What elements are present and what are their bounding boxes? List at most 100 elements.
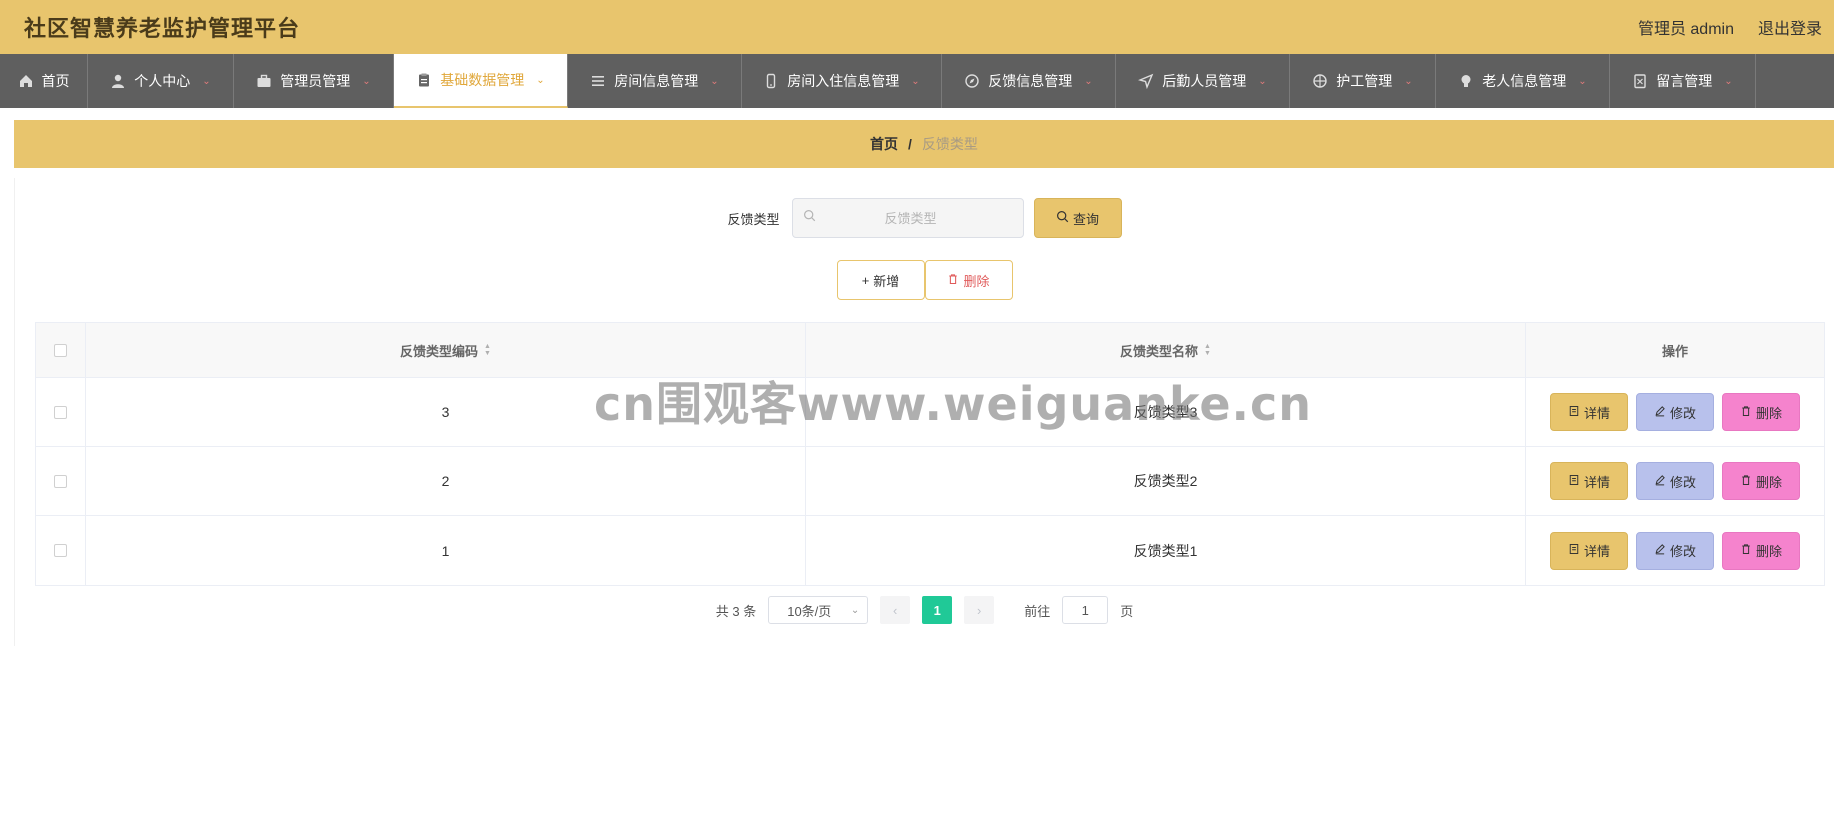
list-icon bbox=[590, 73, 606, 89]
chevron-down-icon: ⌄ bbox=[710, 75, 719, 87]
cell-actions: 详情 修改 删除 bbox=[1526, 447, 1824, 515]
nav-item-logistics[interactable]: 后勤人员管理 ⌄ bbox=[1116, 54, 1290, 108]
breadcrumb-home[interactable]: 首页 bbox=[870, 134, 898, 154]
delete-button[interactable]: 删除 bbox=[1722, 462, 1800, 500]
search-input-wrap bbox=[791, 198, 1024, 238]
nav-label: 老人信息管理 bbox=[1482, 73, 1567, 89]
row-checkbox[interactable] bbox=[54, 544, 67, 557]
add-button[interactable]: + 新增 bbox=[836, 260, 925, 300]
edit-button[interactable]: 修改 bbox=[1636, 393, 1714, 431]
document-icon bbox=[1568, 474, 1580, 489]
nav-item-personal[interactable]: 个人中心 ⌄ bbox=[88, 54, 234, 108]
detail-button[interactable]: 详情 bbox=[1550, 531, 1628, 570]
goto-label: 前往 bbox=[1024, 603, 1051, 619]
header-name[interactable]: 反馈类型名称 ▲ ▼ bbox=[806, 323, 1526, 377]
search-icon bbox=[1056, 210, 1069, 226]
nav-item-admin[interactable]: 管理员管理 ⌄ bbox=[234, 54, 394, 108]
table-row: 2 反馈类型2 详情 修改 删除 bbox=[36, 447, 1824, 516]
page-suffix: 页 bbox=[1120, 603, 1134, 619]
nav-label: 反馈信息管理 bbox=[988, 73, 1073, 89]
detail-label: 详情 bbox=[1583, 474, 1610, 490]
cell-code: 1 bbox=[86, 516, 806, 585]
nav-item-caregiver[interactable]: 护工管理 ⌄ bbox=[1290, 54, 1436, 108]
chevron-down-icon: ⌄ bbox=[202, 75, 211, 87]
chevron-down-icon: ⌄ bbox=[362, 75, 371, 87]
chevron-down-icon: ⌄ bbox=[1578, 75, 1587, 87]
row-checkbox[interactable] bbox=[54, 474, 67, 488]
nav-label: 护工管理 bbox=[1336, 73, 1393, 89]
nav-item-feedback[interactable]: 反馈信息管理 ⌄ bbox=[942, 54, 1116, 108]
delete-button[interactable]: 删除 bbox=[1722, 531, 1800, 570]
detail-button[interactable]: 详情 bbox=[1550, 462, 1628, 500]
header-code[interactable]: 反馈类型编码 ▲ ▼ bbox=[86, 323, 806, 377]
row-checkbox[interactable] bbox=[54, 405, 67, 419]
nav-label: 首页 bbox=[41, 73, 70, 89]
action-bar: + 新增 删除 bbox=[15, 260, 1834, 300]
current-user[interactable]: 管理员 admin bbox=[1638, 15, 1734, 39]
document-icon bbox=[1632, 73, 1648, 89]
page-number-current[interactable]: 1 bbox=[922, 596, 953, 624]
nav-label: 个人中心 bbox=[134, 73, 191, 89]
data-table: 反馈类型编码 ▲ ▼ 反馈类型名称 ▲ ▼ 操作 3 反馈类型3 详情 修改 删除 2 … bbox=[35, 322, 1825, 586]
edit-button[interactable]: 修改 bbox=[1636, 531, 1714, 570]
cell-name: 反馈类型2 bbox=[806, 447, 1526, 515]
batch-delete-button[interactable]: 删除 bbox=[924, 260, 1013, 300]
chevron-down-icon: ⌄ bbox=[1258, 75, 1267, 87]
page-size-select[interactable]: 10条/页 ⌄ bbox=[768, 596, 869, 624]
delete-label: 删除 bbox=[1755, 544, 1782, 559]
edit-button[interactable]: 修改 bbox=[1636, 462, 1714, 500]
header-name-label: 反馈类型名称 bbox=[1120, 343, 1199, 359]
plus-icon: + bbox=[861, 272, 870, 288]
trash-icon bbox=[1740, 405, 1752, 420]
nav-item-basic-data[interactable]: 基础数据管理 ⌄ bbox=[394, 54, 568, 108]
chevron-right-icon: › bbox=[977, 602, 982, 618]
delete-button[interactable]: 删除 bbox=[1722, 393, 1800, 431]
chevron-down-icon: ⌄ bbox=[911, 75, 920, 87]
cell-name: 反馈类型3 bbox=[806, 378, 1526, 446]
nav-item-elderly[interactable]: 老人信息管理 ⌄ bbox=[1436, 54, 1610, 108]
nav-label: 留言管理 bbox=[1656, 73, 1713, 89]
home-icon bbox=[18, 73, 34, 89]
navigation-icon bbox=[1138, 73, 1154, 89]
nav-item-message[interactable]: 留言管理 ⌄ bbox=[1610, 54, 1756, 108]
cell-code: 2 bbox=[86, 447, 806, 515]
edit-label: 修改 bbox=[1669, 474, 1696, 490]
document-icon bbox=[1568, 543, 1580, 558]
chevron-down-icon: ⌄ bbox=[1724, 75, 1733, 87]
query-button[interactable]: 查询 bbox=[1033, 198, 1122, 238]
goto-page-input[interactable] bbox=[1062, 596, 1109, 624]
search-label: 反馈类型 bbox=[727, 211, 780, 227]
cell-actions: 详情 修改 删除 bbox=[1526, 378, 1824, 446]
pencil-icon bbox=[1654, 405, 1666, 420]
top-header: 社区智慧养老监护管理平台 管理员 admin 退出登录 bbox=[0, 0, 1834, 54]
detail-button[interactable]: 详情 bbox=[1550, 393, 1628, 431]
table-row: 1 反馈类型1 详情 修改 删除 bbox=[36, 516, 1824, 585]
header-ops: 操作 bbox=[1661, 343, 1688, 359]
clipboard-icon bbox=[416, 72, 432, 88]
pencil-icon bbox=[1654, 474, 1666, 489]
logout-link[interactable]: 退出登录 bbox=[1758, 15, 1822, 39]
sort-icon[interactable]: ▲ ▼ bbox=[484, 343, 491, 357]
cell-actions: 详情 修改 删除 bbox=[1526, 516, 1824, 585]
page-size-value: 10条/页 bbox=[787, 603, 832, 619]
prev-page-button[interactable]: ‹ bbox=[880, 596, 911, 624]
nav-item-checkin[interactable]: 房间入住信息管理 ⌄ bbox=[742, 54, 942, 108]
app-title: 社区智慧养老监护管理平台 bbox=[24, 16, 301, 41]
nav-item-home[interactable]: 首页 bbox=[0, 54, 88, 108]
next-page-button[interactable]: › bbox=[964, 596, 995, 624]
nav-label: 管理员管理 bbox=[280, 73, 351, 89]
nav-label: 房间入住信息管理 bbox=[787, 73, 900, 89]
search-input[interactable] bbox=[815, 210, 1006, 226]
row-select-cell bbox=[36, 447, 86, 515]
breadcrumb: 首页 / 反馈类型 bbox=[14, 120, 1834, 168]
nav-item-room[interactable]: 房间信息管理 ⌄ bbox=[568, 54, 742, 108]
breadcrumb-separator: / bbox=[908, 136, 912, 152]
row-select-cell bbox=[36, 378, 86, 446]
select-all-checkbox[interactable] bbox=[54, 343, 67, 357]
edit-label: 修改 bbox=[1669, 405, 1696, 421]
search-bar: 反馈类型 查询 bbox=[15, 198, 1834, 238]
header-code-label: 反馈类型编码 bbox=[400, 343, 479, 359]
sort-icon[interactable]: ▲ ▼ bbox=[1204, 343, 1211, 357]
user-icon bbox=[110, 73, 126, 89]
cell-code: 3 bbox=[86, 378, 806, 446]
